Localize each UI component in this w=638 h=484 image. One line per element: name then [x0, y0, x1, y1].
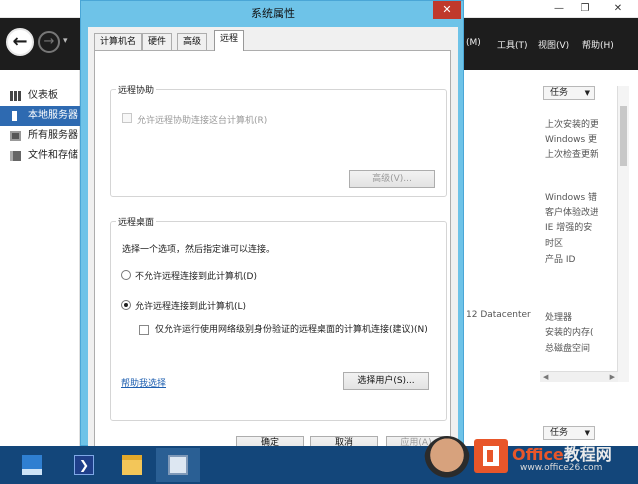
- scrollbar-thumb[interactable]: [620, 106, 627, 166]
- taskbar-server-manager[interactable]: [10, 448, 54, 482]
- sidebar-item-dashboard[interactable]: 仪表板: [0, 86, 80, 106]
- allow-remote-label: 允许远程连接到此计算机(L): [135, 302, 247, 312]
- tab-advanced[interactable]: 高级: [177, 33, 208, 50]
- tasks-dropdown[interactable]: 任务 ▼: [543, 86, 595, 100]
- remote-tab-panel: 远程协助 允许远程协助连接这台计算机(R) 高级(V)... 远程桌面 选择一个…: [94, 50, 451, 447]
- taskbar-file-explorer[interactable]: [110, 448, 154, 482]
- dialog-title: 系统属性: [251, 7, 295, 20]
- sidebar-item-label: 本地服务器: [28, 110, 78, 121]
- select-users-button[interactable]: 选择用户(S)...: [343, 372, 429, 390]
- system-properties-icon: [168, 455, 188, 475]
- allow-remote-assistance-checkbox[interactable]: [122, 113, 132, 123]
- taskbar-system-properties[interactable]: [156, 448, 200, 482]
- minimize-icon[interactable]: —: [546, 0, 572, 17]
- horizontal-scrollbar[interactable]: ◀ ▶: [540, 371, 618, 382]
- watermark-url: www.office26.com: [520, 463, 603, 473]
- back-arrow-icon[interactable]: ←: [6, 28, 34, 56]
- tab-remote[interactable]: 远程: [214, 30, 245, 51]
- menu-view[interactable]: 视图(V): [538, 38, 569, 51]
- servers-icon: [10, 131, 21, 141]
- deny-remote-radio[interactable]: [121, 270, 131, 280]
- maximize-icon[interactable]: ❐: [572, 0, 598, 17]
- property-label: 处理器: [545, 313, 573, 323]
- powershell-icon: ❯: [74, 455, 94, 475]
- tasks-dropdown-bottom[interactable]: 任务 ▼: [543, 426, 595, 440]
- tab-computer-name[interactable]: 计算机名: [94, 33, 143, 50]
- advanced-button[interactable]: 高级(V)...: [349, 170, 435, 188]
- taskbar-powershell[interactable]: ❯: [62, 448, 106, 482]
- deny-remote-label: 不允许远程连接到此计算机(D): [135, 272, 257, 282]
- remote-assistance-group: 远程协助 允许远程协助连接这台计算机(R) 高级(V)...: [110, 83, 447, 197]
- avatar: [424, 436, 470, 484]
- tab-hardware[interactable]: 硬件: [142, 33, 173, 50]
- group-title: 远程桌面: [116, 215, 157, 228]
- property-label: 产品 ID: [545, 255, 576, 265]
- chevron-down-icon: ▼: [584, 89, 590, 97]
- nla-only-checkbox[interactable]: [139, 325, 149, 335]
- sidebar: 仪表板 本地服务器 所有服务器 文件和存储: [0, 70, 80, 446]
- vertical-scrollbar[interactable]: [617, 86, 629, 382]
- help-me-choose-link[interactable]: 帮助我选择: [121, 376, 166, 389]
- menu-help[interactable]: 帮助(H): [582, 38, 614, 51]
- server-icon: [12, 111, 17, 121]
- scroll-right-icon[interactable]: ▶: [610, 373, 615, 381]
- property-label: 时区: [545, 239, 564, 249]
- property-label: 客户体验改进: [545, 208, 598, 218]
- chevron-down-icon: ▼: [584, 429, 590, 437]
- close-icon[interactable]: ✕: [598, 0, 638, 17]
- dashboard-icon: [10, 91, 21, 101]
- dialog-body: 计算机名 硬件 高级 远程 远程协助 允许远程协助连接这台计算机(R) 高级(V…: [88, 27, 458, 447]
- watermark-accent: Office: [512, 445, 564, 464]
- sidebar-item-file-storage[interactable]: 文件和存储: [0, 146, 80, 166]
- sidebar-item-label: 所有服务器: [28, 130, 78, 141]
- property-label: Windows 更: [545, 135, 598, 145]
- sidebar-item-local-server[interactable]: 本地服务器: [0, 106, 80, 126]
- property-label: 上次安装的更: [545, 120, 598, 130]
- menu-tools[interactable]: 工具(T): [497, 38, 528, 51]
- allow-remote-radio[interactable]: [121, 300, 131, 310]
- sidebar-item-label: 文件和存储: [28, 150, 78, 161]
- storage-icon: [10, 151, 21, 161]
- scroll-left-icon[interactable]: ◀: [543, 373, 548, 381]
- office-logo-icon: [474, 439, 508, 473]
- remote-desktop-group: 远程桌面 选择一个选项，然后指定谁可以连接。 不允许远程连接到此计算机(D) 允…: [110, 215, 447, 421]
- sidebar-item-label: 仪表板: [28, 90, 58, 101]
- group-title: 远程协助: [116, 83, 157, 96]
- remote-desktop-description: 选择一个选项，然后指定谁可以连接。: [122, 245, 276, 255]
- property-label: 总磁盘空间: [545, 344, 591, 354]
- sidebar-item-all-servers[interactable]: 所有服务器: [0, 126, 80, 146]
- close-icon[interactable]: ✕: [433, 1, 461, 19]
- menu-manage[interactable]: (M): [466, 38, 481, 48]
- property-label: IE 增强的安: [545, 223, 593, 233]
- nla-only-label: 仅允许运行使用网络级别身份验证的远程桌面的计算机连接(建议)(N): [155, 325, 428, 335]
- watermark-rest: 教程网: [563, 445, 612, 464]
- chevron-down-icon[interactable]: ▾: [63, 36, 68, 46]
- allow-remote-assistance-label: 允许远程协助连接这台计算机(R): [137, 116, 268, 126]
- tasks-label: 任务: [550, 428, 569, 438]
- system-properties-dialog: 系统属性 ✕ 计算机名 硬件 高级 远程 远程协助 允许远程协助连接这台计算机(…: [80, 0, 464, 447]
- property-label: Windows 错: [545, 193, 598, 203]
- forward-arrow-icon[interactable]: →: [38, 31, 60, 53]
- watermark-title: Office教程网: [512, 441, 612, 465]
- folder-icon: [122, 455, 142, 475]
- property-label: 上次检查更新: [545, 150, 598, 160]
- server-manager-icon: [22, 455, 42, 475]
- os-edition-value: 12 Datacenter: [466, 310, 531, 320]
- tasks-label: 任务: [550, 88, 569, 98]
- property-label: 安装的内存(: [545, 328, 594, 338]
